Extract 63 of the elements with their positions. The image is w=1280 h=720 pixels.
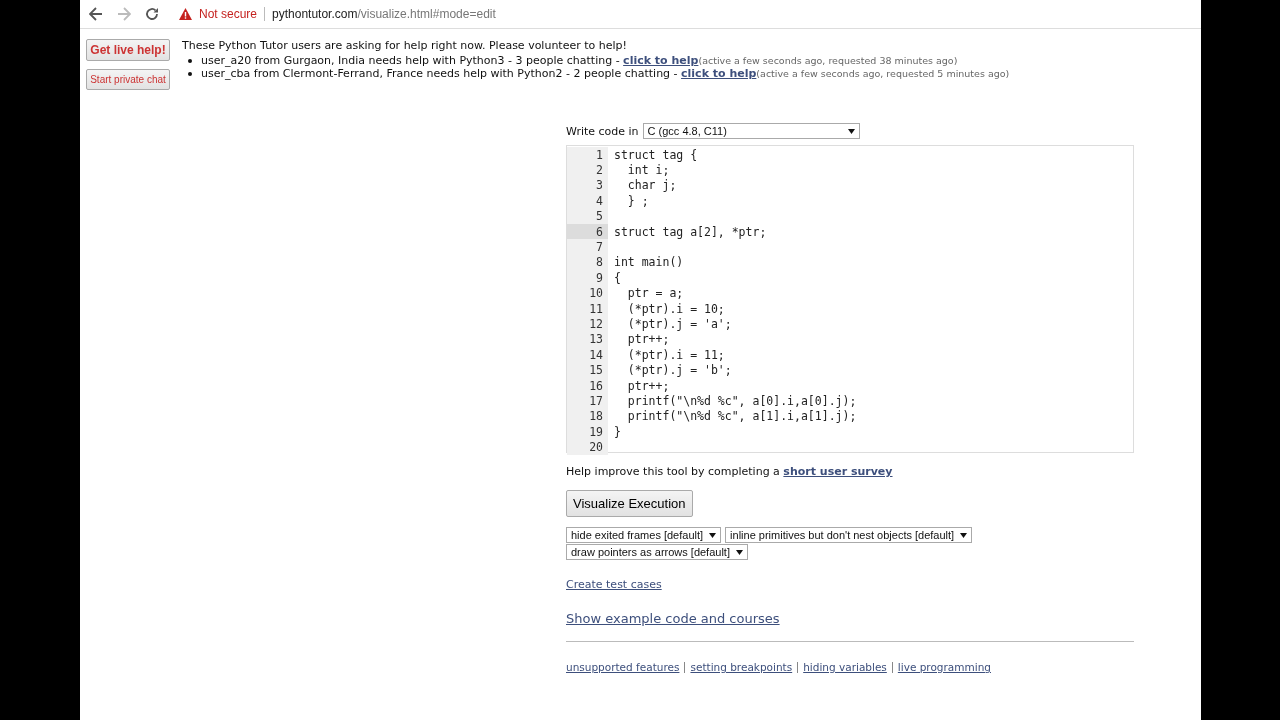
language-select[interactable]: C (gcc 4.8, C11) <box>642 123 860 139</box>
line-number: 17 <box>567 393 608 409</box>
code-line: ptr++; <box>626 378 670 393</box>
help-request: user_a20 from Gurgaon, India needs help with Python3 - 3 people chatting - <box>201 54 621 67</box>
code-line: int main() <box>614 255 684 270</box>
visualize-execution-button[interactable]: Visualize Execution <box>566 490 693 517</box>
line-number: 2 <box>567 162 608 178</box>
option-select[interactable]: hide exited frames [default] <box>566 527 722 543</box>
code-line: ptr = a; <box>626 286 684 301</box>
line-number: 12 <box>567 316 608 332</box>
line-number: 20 <box>567 439 608 455</box>
reload-icon[interactable] <box>145 7 159 21</box>
code-line: { <box>614 270 621 285</box>
create-test-cases-link[interactable]: Create test cases <box>566 578 662 591</box>
line-number: 19 <box>567 424 608 440</box>
help-request: user_cba from Clermont-Ferrand, France needs help with Python2 - 2 people chatting - <box>201 67 679 80</box>
footer-link[interactable]: hiding variables <box>803 661 887 673</box>
request-note: (active a few seconds ago, requested 5 minutes ago) <box>756 67 1010 80</box>
start-private-chat-button[interactable]: Start private chat <box>86 69 170 90</box>
request-note: (active a few seconds ago, requested 38 minutes ago) <box>698 54 958 67</box>
survey-link[interactable]: short user survey <box>783 465 893 478</box>
code-line: struct tag a[2], *ptr; <box>614 224 767 239</box>
option-select[interactable]: draw pointers as arrows [default] <box>566 544 748 560</box>
survey-text: Help improve this tool by completing a <box>566 465 781 478</box>
footer-link[interactable]: live programming <box>897 661 991 673</box>
warning-icon <box>179 8 192 20</box>
line-number: 4 <box>567 193 608 209</box>
dropdown-arrow-icon <box>709 532 717 538</box>
code-line: (*ptr).i = 10; <box>626 301 725 316</box>
code-line: char j; <box>626 178 677 193</box>
option-select[interactable]: inline primitives but don't nest objects [default] <box>725 527 973 543</box>
code-line: ptr++; <box>626 332 670 347</box>
click-to-help-link[interactable]: click to help <box>681 67 757 80</box>
line-number: 15 <box>567 362 608 378</box>
dropdown-arrow-icon <box>847 128 855 134</box>
code-line: (*ptr).j = 'b'; <box>626 363 732 378</box>
get-live-help-button[interactable]: Get live help! <box>86 39 170 61</box>
show-examples-link[interactable]: Show example code and courses <box>566 611 780 626</box>
click-to-help-link[interactable]: click to help <box>623 54 699 67</box>
line-number: 7 <box>567 239 608 255</box>
line-number: 1 <box>567 147 608 163</box>
bullet-icon <box>188 58 192 63</box>
address-bar[interactable]: Not secure pythontutor.com/visualize.html#mode=edit <box>173 2 1201 26</box>
help-heading: These Python Tutor users are asking for help right now. Please volunteer to help! <box>182 39 628 52</box>
footer-link[interactable]: setting breakpoints <box>690 661 793 673</box>
line-number: 14 <box>567 347 608 363</box>
code-line: struct tag { <box>614 147 698 162</box>
code-line: } <box>614 424 621 439</box>
code-line: printf("\n%d %c", a[1].i,a[1].j); <box>626 409 857 424</box>
url-text: pythontutor.com/visualize.html#mode=edit <box>272 7 496 21</box>
bullet-icon <box>188 71 192 76</box>
code-line: (*ptr).j = 'a'; <box>626 317 732 331</box>
code-line: printf("\n%d %c", a[0].i,a[0].j); <box>626 393 857 408</box>
security-status: Not secure <box>199 7 258 21</box>
language-label: Write code in <box>566 124 639 138</box>
back-icon[interactable] <box>89 7 103 21</box>
code-line: int i; <box>626 163 670 178</box>
dropdown-arrow-icon <box>960 532 968 538</box>
dropdown-arrow-icon <box>735 549 743 555</box>
footer-link[interactable]: unsupported features <box>566 661 680 673</box>
code-line: } ; <box>626 193 649 208</box>
code-line: (*ptr).i = 11; <box>626 347 725 362</box>
line-number: 9 <box>567 270 608 286</box>
